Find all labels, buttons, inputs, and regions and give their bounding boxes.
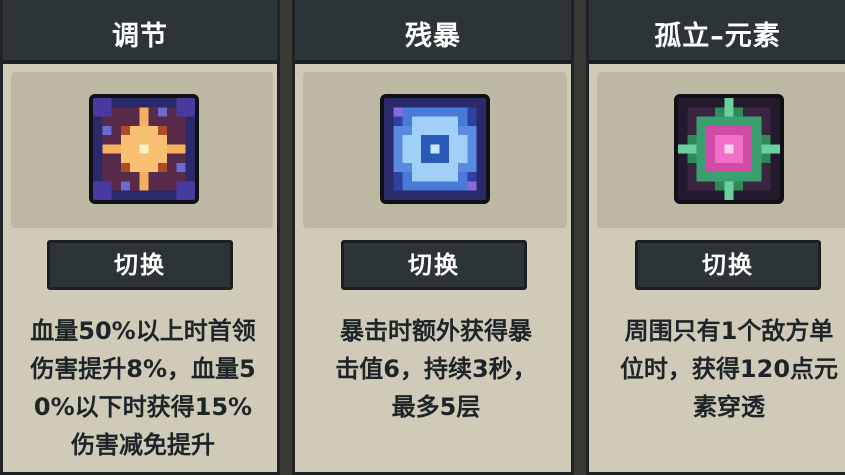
icon-panel <box>597 72 845 228</box>
adjust-star-icon <box>89 94 199 204</box>
card-description: 血量50%以上时首领 伤害提升8%，血量5 0%以下时获得15% 伤害减免提升 <box>3 312 277 464</box>
switch-button[interactable]: 切换 <box>341 240 527 290</box>
isolate-element-gem-icon <box>674 94 784 204</box>
description-line: 最多5层 <box>391 393 481 421</box>
description-line: 血量50%以上时首领 <box>30 317 256 345</box>
description-line: 击值6，持续3秒， <box>335 355 537 383</box>
card-title: 孤立–元素 <box>654 21 781 52</box>
description-line: 0%以下时获得15% <box>33 393 253 421</box>
card-description: 周围只有1个敌方单 位时，获得120点元 素穿透 <box>589 312 845 426</box>
card-header: 孤立–元素 <box>589 0 845 64</box>
card-description: 暴击时额外获得暴 击值6，持续3秒， 最多5层 <box>295 312 571 426</box>
description-line: 暴击时额外获得暴 <box>340 317 532 345</box>
talent-card-adjust: 调节 切换 血量50%以上时首领 伤害提升8%，血量5 0%以下时获得15% 伤… <box>0 0 280 475</box>
icon-panel <box>11 72 273 228</box>
talent-card-isolate-element: 孤立–元素 切换 周围只有1个敌方单 位时，获得120点元 素穿透 <box>586 0 845 475</box>
switch-button[interactable]: 切换 <box>635 240 821 290</box>
description-line: 周围只有1个敌方单 <box>624 317 834 345</box>
brutal-crystal-icon <box>380 94 490 204</box>
description-line: 位时，获得120点元 <box>619 355 839 383</box>
description-line: 伤害减免提升 <box>71 431 215 459</box>
description-line: 伤害提升8%，血量5 <box>30 355 256 383</box>
card-title: 残暴 <box>405 21 461 52</box>
talent-card-brutal: 残暴 切换 暴击时额外获得暴 击值6，持续3秒， 最多5层 <box>292 0 574 475</box>
card-header: 调节 <box>3 0 277 64</box>
description-line: 素穿透 <box>693 393 765 421</box>
icon-panel <box>303 72 567 228</box>
card-title: 调节 <box>112 21 168 52</box>
switch-button[interactable]: 切换 <box>47 240 233 290</box>
card-header: 残暴 <box>295 0 571 64</box>
